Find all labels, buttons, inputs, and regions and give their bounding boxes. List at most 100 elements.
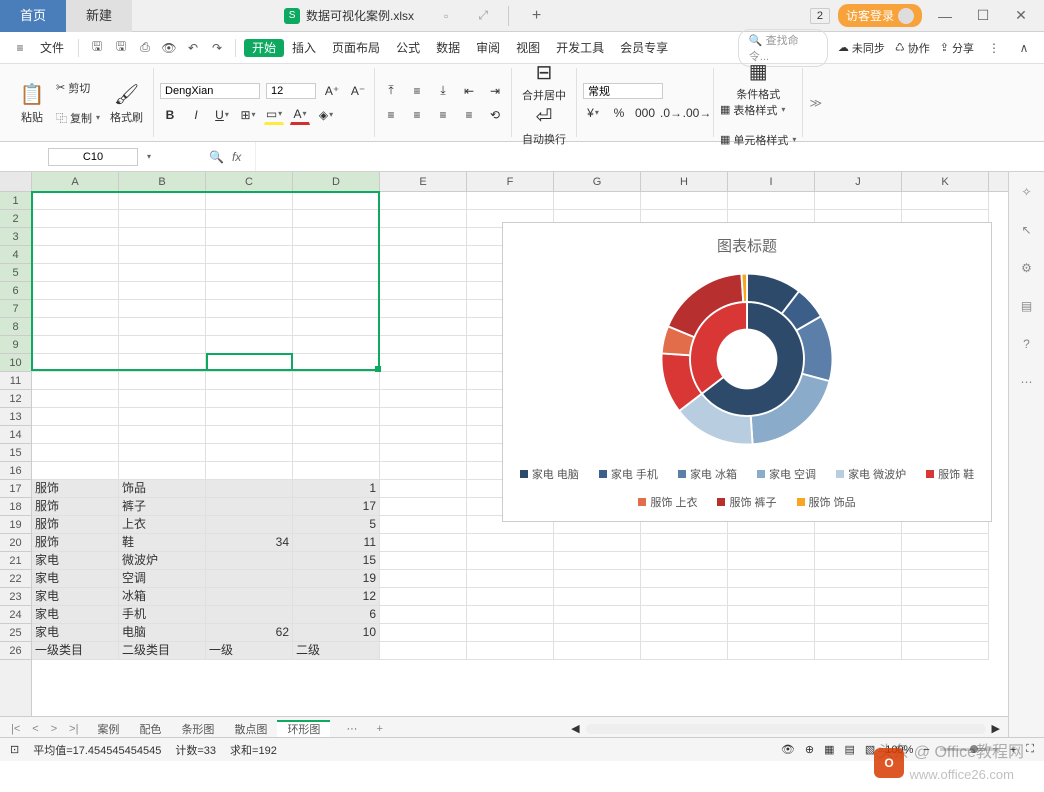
cell[interactable]: [728, 606, 815, 624]
cell[interactable]: [206, 318, 293, 336]
cell[interactable]: [293, 300, 380, 318]
align-top-icon[interactable]: ⤒: [381, 81, 401, 101]
zoom-in-icon[interactable]: +: [1010, 744, 1016, 756]
cell[interactable]: [293, 426, 380, 444]
cell[interactable]: 家电: [32, 588, 119, 606]
cell[interactable]: [206, 498, 293, 516]
cell[interactable]: [119, 372, 206, 390]
undo-icon[interactable]: ↶: [183, 38, 203, 58]
ribbon-more-icon[interactable]: ≫: [809, 96, 822, 110]
cell[interactable]: [815, 588, 902, 606]
cell[interactable]: [32, 354, 119, 372]
sheet-tab-2[interactable]: 条形图: [171, 722, 224, 738]
cell[interactable]: [206, 444, 293, 462]
cell[interactable]: [206, 264, 293, 282]
cell[interactable]: [467, 606, 554, 624]
align-bottom-icon[interactable]: ⤓: [433, 81, 453, 101]
row-header-14[interactable]: 14: [0, 426, 31, 444]
row-header-6[interactable]: 6: [0, 282, 31, 300]
cell[interactable]: [815, 624, 902, 642]
cell[interactable]: [206, 480, 293, 498]
zoom-icon[interactable]: 🔍: [209, 150, 224, 164]
cell[interactable]: [32, 210, 119, 228]
cell[interactable]: 15: [293, 552, 380, 570]
tab-new[interactable]: 新建: [66, 0, 132, 32]
cell[interactable]: [32, 462, 119, 480]
ai-icon[interactable]: ✧: [1017, 182, 1037, 202]
currency-icon[interactable]: ¥▾: [583, 103, 603, 123]
increase-font-icon[interactable]: A⁺: [322, 81, 342, 101]
row-header-7[interactable]: 7: [0, 300, 31, 318]
cell[interactable]: [467, 642, 554, 660]
font-name-select[interactable]: [160, 83, 260, 99]
cell[interactable]: [293, 318, 380, 336]
cell[interactable]: 17: [293, 498, 380, 516]
row-header-19[interactable]: 19: [0, 516, 31, 534]
row-header-4[interactable]: 4: [0, 246, 31, 264]
cell[interactable]: [815, 192, 902, 210]
cell[interactable]: [293, 210, 380, 228]
col-header-G[interactable]: G: [554, 172, 641, 191]
cell[interactable]: 家电: [32, 570, 119, 588]
cell[interactable]: [293, 390, 380, 408]
wrap-button[interactable]: ⏎ 自动换行: [518, 103, 570, 147]
cell[interactable]: [206, 390, 293, 408]
menu-tab-3[interactable]: 公式: [388, 41, 428, 55]
cell[interactable]: [380, 354, 467, 372]
cell[interactable]: [554, 606, 641, 624]
bold-button[interactable]: B: [160, 105, 180, 125]
cell[interactable]: [32, 408, 119, 426]
cell[interactable]: [206, 552, 293, 570]
cell[interactable]: [32, 318, 119, 336]
cell[interactable]: [206, 282, 293, 300]
cell[interactable]: [32, 426, 119, 444]
page-view-icon[interactable]: ▤: [844, 743, 854, 756]
cell[interactable]: 家电: [32, 624, 119, 642]
cell[interactable]: 手机: [119, 606, 206, 624]
cell[interactable]: [293, 228, 380, 246]
cell[interactable]: [206, 300, 293, 318]
cell[interactable]: [641, 534, 728, 552]
cell[interactable]: [902, 606, 989, 624]
cell[interactable]: [380, 390, 467, 408]
cut-button[interactable]: ✂ 剪切: [56, 80, 100, 96]
cells-area[interactable]: 服饰饰品1服饰裤子17服饰上衣5服饰鞋3411家电微波炉15家电空调19家电冰箱…: [32, 192, 1008, 716]
cell[interactable]: [902, 642, 989, 660]
formula-input[interactable]: [255, 142, 1036, 171]
cond-format-button[interactable]: ▦ 条件格式: [720, 58, 796, 102]
cell[interactable]: [641, 606, 728, 624]
cell[interactable]: [815, 606, 902, 624]
menu-tab-7[interactable]: 开发工具: [548, 41, 612, 55]
cell[interactable]: [380, 264, 467, 282]
paste-button[interactable]: 📋 粘贴: [14, 81, 50, 125]
effects-button[interactable]: ◈▾: [316, 105, 336, 125]
cell[interactable]: [119, 426, 206, 444]
cell[interactable]: [293, 372, 380, 390]
cell[interactable]: 二级类目: [119, 642, 206, 660]
cell[interactable]: [902, 570, 989, 588]
legend-item[interactable]: 家电 手机: [599, 466, 658, 482]
col-header-A[interactable]: A: [32, 172, 119, 191]
align-middle-icon[interactable]: ≡: [407, 81, 427, 101]
cell[interactable]: [380, 552, 467, 570]
cell[interactable]: 饰品: [119, 480, 206, 498]
more-side-icon[interactable]: ⋯: [1017, 372, 1037, 392]
tab-file[interactable]: S 数据可视化案例.xlsx ▫ ⤢: [272, 0, 500, 32]
cell[interactable]: [206, 570, 293, 588]
cell[interactable]: [206, 426, 293, 444]
cell[interactable]: [380, 462, 467, 480]
row-header-11[interactable]: 11: [0, 372, 31, 390]
cell[interactable]: [380, 336, 467, 354]
zoom-out-icon[interactable]: −: [923, 744, 929, 756]
align-right-icon[interactable]: ≡: [433, 105, 453, 125]
comma-icon[interactable]: 000: [635, 103, 655, 123]
cell[interactable]: [119, 192, 206, 210]
share-button[interactable]: ⇪ 分享: [940, 40, 974, 56]
counter-badge[interactable]: 2: [810, 8, 830, 24]
cell[interactable]: 12: [293, 588, 380, 606]
cell[interactable]: [119, 228, 206, 246]
cell[interactable]: 11: [293, 534, 380, 552]
sheet-tab-4[interactable]: 环形图: [277, 720, 330, 738]
zoom-slider[interactable]: [940, 748, 1000, 751]
align-left-icon[interactable]: ≡: [381, 105, 401, 125]
